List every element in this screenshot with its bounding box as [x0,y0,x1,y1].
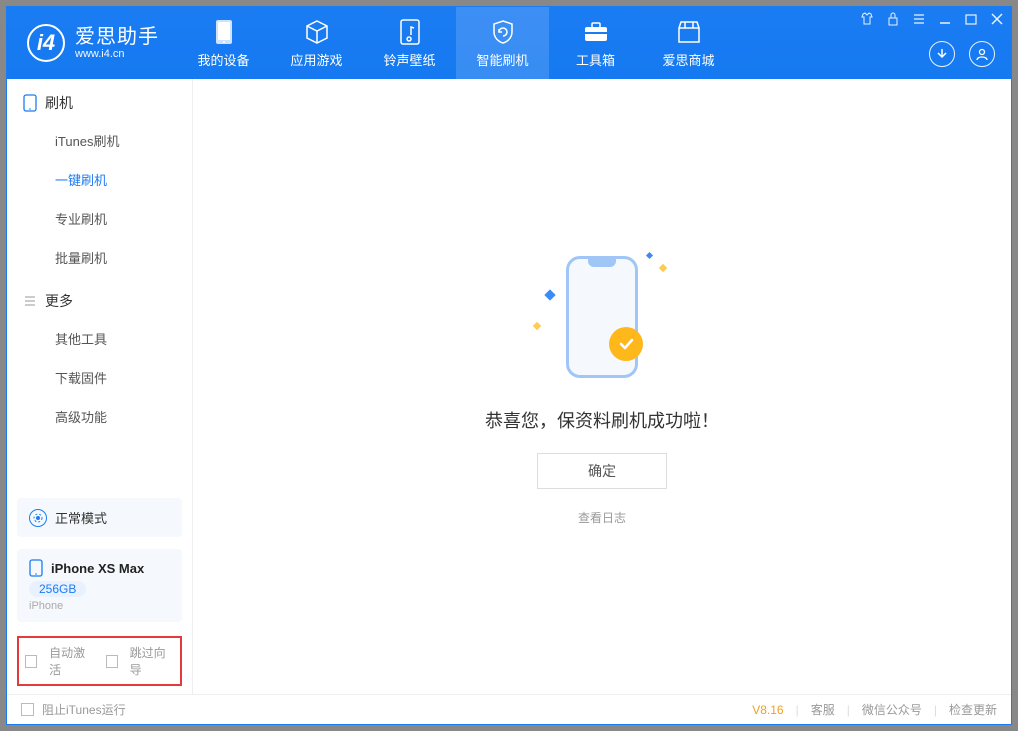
footer-link-wechat[interactable]: 微信公众号 [862,701,922,718]
sparkle-icon [646,252,653,259]
block-itunes-label: 阻止iTunes运行 [42,701,126,718]
device-name: iPhone XS Max [51,561,144,576]
tab-label: 铃声壁纸 [383,50,435,69]
header-right-icons [929,41,995,67]
tab-label: 工具箱 [576,50,615,69]
body: 刷机 iTunes刷机 一键刷机 专业刷机 批量刷机 更多 其他工具 下载固件 … [7,79,1011,694]
sidebar: 刷机 iTunes刷机 一键刷机 专业刷机 批量刷机 更多 其他工具 下载固件 … [7,79,193,694]
tab-ringtone-wallpaper[interactable]: 铃声壁纸 [363,7,456,79]
phone-illustration-icon [566,256,638,378]
device-info-box[interactable]: iPhone XS Max 256GB iPhone [17,549,182,622]
app-name: 爱思助手 [75,26,159,48]
store-icon [675,18,703,46]
highlighted-checkbox-row: 自动激活 跳过向导 [17,636,182,686]
music-file-icon [396,18,424,46]
mode-label: 正常模式 [55,508,107,527]
shirt-icon[interactable] [859,11,875,27]
success-message: 恭喜您，保资料刷机成功啦！ [485,407,719,433]
sidebar-item-pro-flash[interactable]: 专业刷机 [7,199,192,238]
tab-label: 爱思商城 [662,50,714,69]
minimize-icon[interactable] [937,11,953,27]
checkbox-skip-guide[interactable] [106,655,118,668]
confirm-button[interactable]: 确定 [537,453,667,489]
header: i4 爱思助手 www.i4.cn 我的设备 应用游戏 铃声壁纸 智能刷机 [7,7,1011,79]
check-badge-icon [609,327,643,361]
lock-icon[interactable] [885,11,901,27]
logo-text: 爱思助手 www.i4.cn [75,26,159,60]
section-label: 刷机 [45,93,73,113]
content-area: 恭喜您，保资料刷机成功啦！ 确定 查看日志 [193,79,1011,694]
app-window: i4 爱思助手 www.i4.cn 我的设备 应用游戏 铃声壁纸 智能刷机 [6,6,1012,725]
tab-toolbox[interactable]: 工具箱 [549,7,642,79]
sparkle-icon [659,264,667,272]
logo-area: i4 爱思助手 www.i4.cn [7,7,177,79]
tab-store[interactable]: 爱思商城 [642,7,735,79]
section-flash-title: 刷机 [7,79,192,121]
sidebar-item-advanced-features[interactable]: 高级功能 [7,397,192,436]
version-label: V8.16 [752,703,783,717]
sidebar-item-download-firmware[interactable]: 下载固件 [7,358,192,397]
menu-icon[interactable] [911,11,927,27]
footer-link-support[interactable]: 客服 [811,701,835,718]
checkbox-block-itunes[interactable] [21,703,34,716]
list-icon [23,294,37,308]
mode-icon [29,509,47,527]
sidebar-item-itunes-flash[interactable]: iTunes刷机 [7,121,192,160]
device-capacity: 256GB [29,581,86,597]
cube-icon [303,18,331,46]
device-type: iPhone [29,600,170,612]
device-phone-icon [29,559,43,577]
section-label: 更多 [45,291,73,311]
close-icon[interactable] [989,11,1005,27]
tab-apps-games[interactable]: 应用游戏 [270,7,363,79]
tab-smart-flash[interactable]: 智能刷机 [456,7,549,79]
checkbox-skip-guide-label: 跳过向导 [130,644,174,678]
app-url: www.i4.cn [75,48,159,60]
tab-my-device[interactable]: 我的设备 [177,7,270,79]
sidebar-item-oneclick-flash[interactable]: 一键刷机 [7,160,192,199]
download-icon[interactable] [929,41,955,67]
sparkle-icon [544,289,555,300]
checkbox-auto-activate[interactable] [25,655,37,668]
window-controls [859,11,1005,27]
logo-icon: i4 [27,24,65,62]
shield-refresh-icon [489,18,517,46]
toolbox-icon [582,18,610,46]
tab-label: 应用游戏 [290,50,342,69]
checkbox-auto-activate-label: 自动激活 [49,644,93,678]
footer-link-update[interactable]: 检查更新 [949,701,997,718]
success-illustration [532,247,672,387]
phone-icon [210,18,238,46]
maximize-icon[interactable] [963,11,979,27]
footer: 阻止iTunes运行 V8.16 | 客服 | 微信公众号 | 检查更新 [7,694,1011,724]
tab-label: 智能刷机 [476,50,528,69]
sidebar-item-batch-flash[interactable]: 批量刷机 [7,238,192,277]
device-mode-box[interactable]: 正常模式 [17,498,182,537]
user-icon[interactable] [969,41,995,67]
nav-tabs: 我的设备 应用游戏 铃声壁纸 智能刷机 工具箱 爱思商城 [177,7,735,79]
sparkle-icon [533,322,541,330]
tab-label: 我的设备 [197,50,249,69]
view-log-link[interactable]: 查看日志 [578,509,626,526]
section-more-title: 更多 [7,277,192,319]
phone-outline-icon [23,94,37,112]
sidebar-item-other-tools[interactable]: 其他工具 [7,319,192,358]
